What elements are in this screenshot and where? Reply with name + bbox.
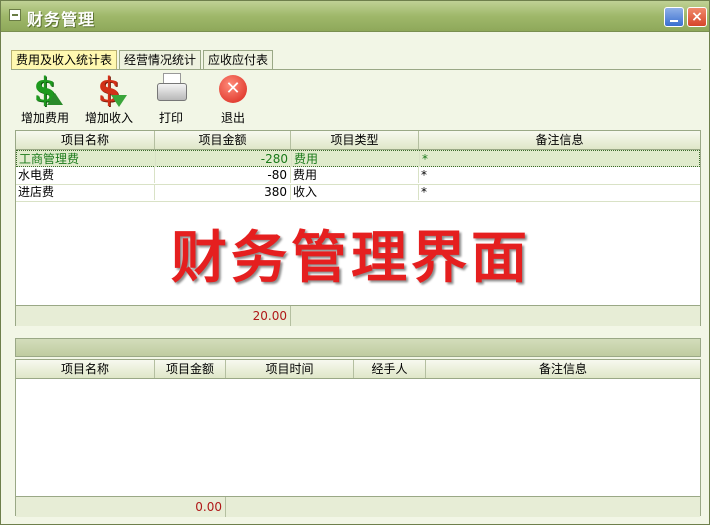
cell-amount: -80 [155, 167, 291, 183]
overlay-caption: 财务管理界面 [171, 226, 531, 291]
table-footer: 20.00 [16, 305, 700, 326]
column-header-name[interactable]: 项目名称 [16, 360, 155, 378]
total-amount: 20.00 [16, 306, 291, 326]
column-header-type[interactable]: 项目类型 [291, 131, 419, 149]
exit-label: 退出 [220, 111, 245, 125]
cell-note: * [421, 168, 427, 182]
close-circle-icon: ✕ [215, 73, 251, 107]
tab-operations[interactable]: 经营情况统计 [119, 50, 202, 69]
dollar-up-icon: $ [27, 73, 63, 107]
add-income-button[interactable]: $ 增加收入 [81, 73, 137, 126]
add-income-label: 增加收入 [84, 111, 133, 125]
detail-table: 项目名称 项目金额 项目时间 经手人 备注信息 0.00 [15, 359, 701, 517]
close-button[interactable]: × [687, 7, 707, 27]
cell-note: * [422, 152, 428, 166]
column-header-name[interactable]: 项目名称 [16, 131, 155, 149]
column-header-handler[interactable]: 经手人 [354, 360, 426, 378]
table-footer: 0.00 [16, 496, 700, 517]
table-row[interactable]: 工商管理费 -280 费用 * [16, 150, 700, 167]
table-header: 项目名称 项目金额 项目时间 经手人 备注信息 [16, 360, 700, 379]
add-expense-label: 增加费用 [20, 111, 69, 125]
print-label: 打印 [158, 111, 183, 125]
section-divider [15, 338, 701, 357]
cell-type: 费用 [291, 167, 419, 183]
title-bar[interactable]: 财务管理 × [1, 1, 709, 32]
column-header-amount[interactable]: 项目金额 [155, 131, 291, 149]
cell-amount: 380 [155, 184, 291, 200]
table-row[interactable]: 水电费 -80 费用 * [16, 167, 700, 185]
total-amount: 0.00 [16, 497, 226, 517]
column-header-note[interactable]: 备注信息 [419, 131, 700, 149]
tab-expense-income[interactable]: 费用及收入统计表 [11, 50, 118, 70]
cell-note: * [421, 185, 427, 199]
column-header-time[interactable]: 项目时间 [226, 360, 354, 378]
toolbar: $ 增加费用 $ 增加收入 打印 ✕ 退出 [11, 73, 701, 127]
system-menu-icon[interactable] [9, 9, 21, 21]
column-header-amount[interactable]: 项目金额 [155, 360, 226, 378]
exit-button[interactable]: ✕ 退出 [205, 73, 261, 126]
cell-amount: -280 [156, 151, 292, 167]
finance-window: 财务管理 × 费用及收入统计表 经营情况统计 应收应付表 $ 增加费用 $ 增加… [0, 0, 710, 525]
window-title: 财务管理 [27, 10, 96, 29]
cell-name: 进店费 [16, 184, 155, 200]
table-header: 项目名称 项目金额 项目类型 备注信息 [16, 131, 700, 150]
print-button[interactable]: 打印 [143, 73, 199, 126]
dollar-down-icon: $ [91, 73, 127, 107]
tab-receivables-payables[interactable]: 应收应付表 [203, 50, 274, 69]
cell-type: 收入 [291, 184, 419, 200]
cell-name: 水电费 [16, 167, 155, 183]
printer-icon [153, 73, 189, 107]
add-expense-button[interactable]: $ 增加费用 [17, 73, 73, 126]
column-header-note[interactable]: 备注信息 [426, 360, 700, 378]
cell-type: 费用 [292, 151, 420, 167]
table-row[interactable]: 进店费 380 收入 * [16, 184, 700, 202]
minimize-button[interactable] [664, 7, 684, 27]
cell-name: 工商管理费 [17, 151, 156, 167]
